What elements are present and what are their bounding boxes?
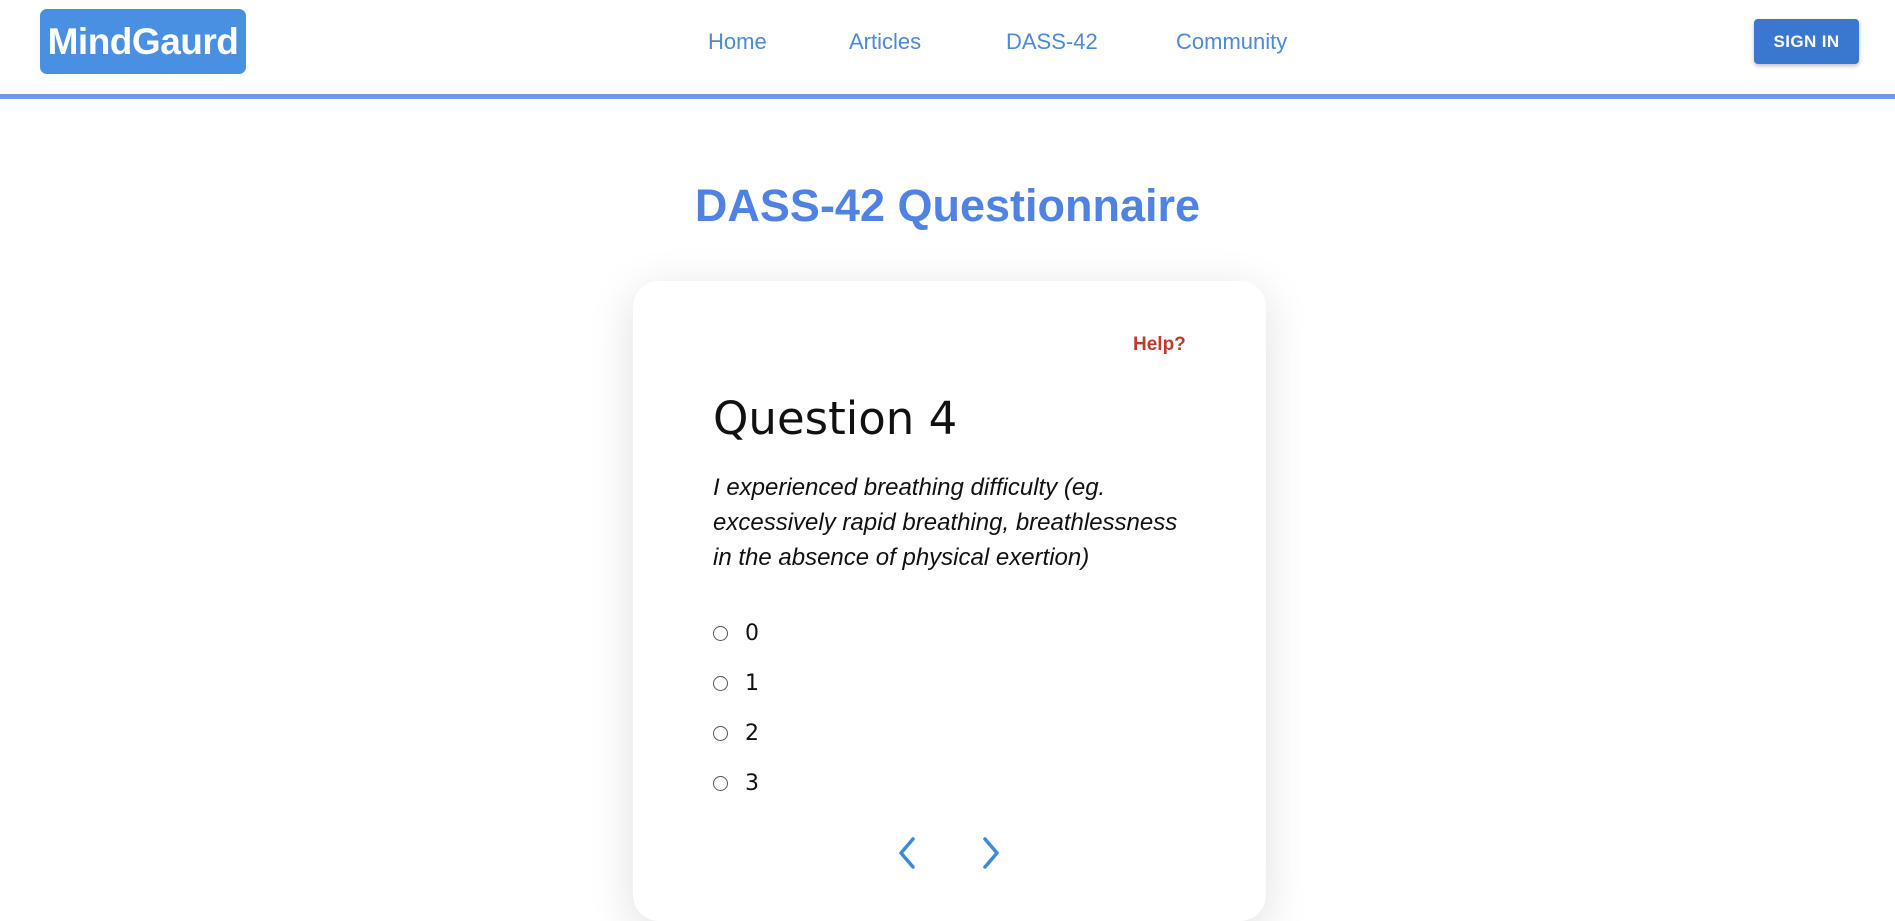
page-title: DASS-42 Questionnaire bbox=[694, 180, 1201, 231]
answer-option-1[interactable]: 1 bbox=[713, 670, 759, 696]
radio-button[interactable] bbox=[713, 625, 728, 641]
question-text: I experienced breathing difficulty (eg. … bbox=[713, 474, 1178, 571]
nav-link-community[interactable]: Community bbox=[1176, 22, 1287, 62]
answer-option-label: 2 bbox=[745, 720, 759, 746]
answer-option-3[interactable]: 3 bbox=[713, 770, 759, 796]
help-link[interactable]: Help? bbox=[1133, 334, 1186, 356]
answer-option-0[interactable]: 0 bbox=[713, 620, 759, 646]
brand-logo[interactable]: MindGaurd bbox=[40, 9, 246, 74]
radio-button[interactable] bbox=[713, 725, 728, 741]
top-navbar: MindGaurd Home Articles DASS-42 Communit… bbox=[0, 0, 1895, 99]
next-question-button[interactable] bbox=[971, 833, 1011, 873]
nav-link-dass42[interactable]: DASS-42 bbox=[1006, 22, 1098, 62]
radio-button[interactable] bbox=[713, 775, 728, 791]
question-number: Question 4 bbox=[713, 392, 958, 445]
nav-link-home[interactable]: Home bbox=[708, 22, 767, 62]
nav-link-articles[interactable]: Articles bbox=[849, 22, 921, 62]
answer-option-2[interactable]: 2 bbox=[713, 720, 759, 746]
sign-in-button[interactable]: SIGN IN bbox=[1754, 19, 1859, 64]
previous-question-button[interactable] bbox=[887, 833, 927, 873]
chevron-right-icon bbox=[983, 837, 999, 869]
question-card bbox=[633, 281, 1266, 921]
chevron-left-icon bbox=[899, 837, 915, 869]
answer-option-label: 1 bbox=[745, 670, 759, 696]
answer-option-label: 3 bbox=[745, 770, 759, 796]
answer-option-label: 0 bbox=[745, 620, 759, 646]
radio-button[interactable] bbox=[713, 675, 728, 691]
